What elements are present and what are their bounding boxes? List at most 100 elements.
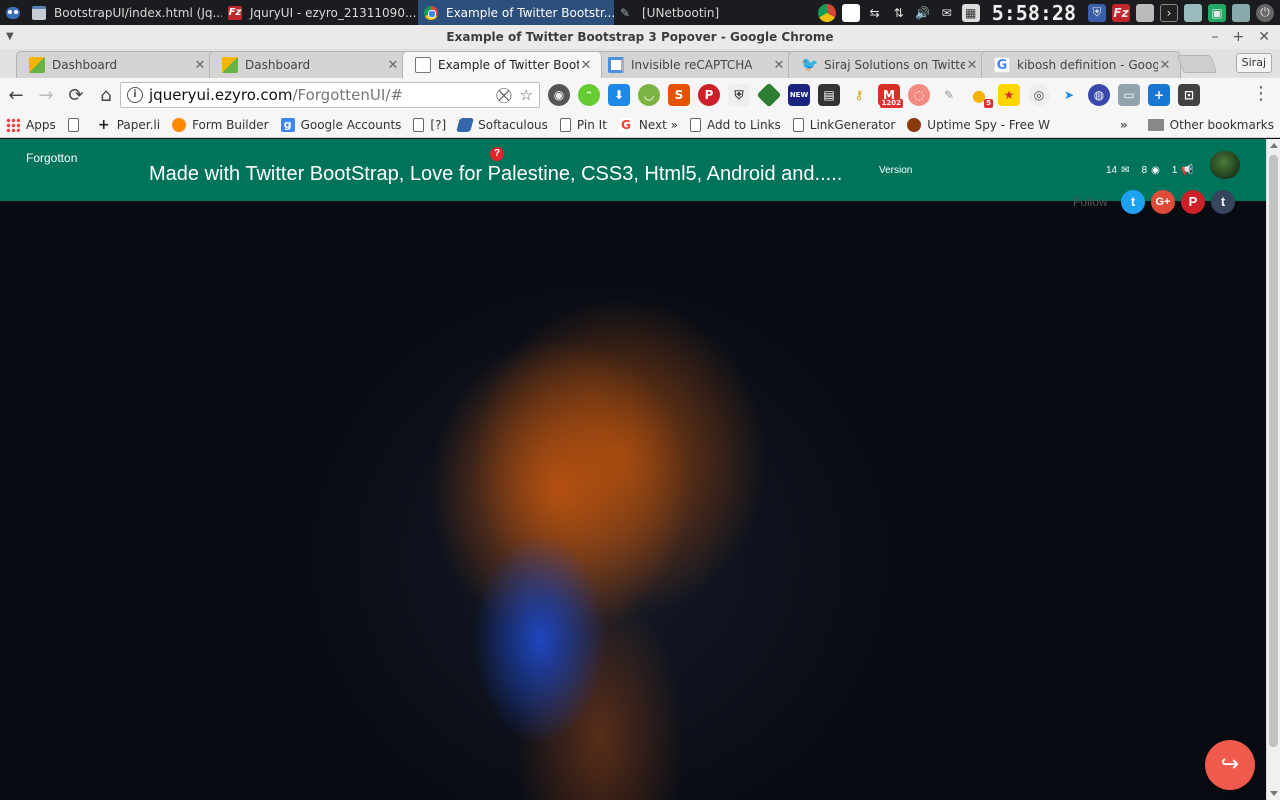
tab-example-bootstrap[interactable]: Example of Twitter Boot ✕ (402, 51, 602, 78)
close-window-button[interactable]: ✕ (1258, 25, 1270, 49)
taskbar-item-unetbootin[interactable]: ✎ [UNetbootin] (614, 0, 810, 25)
other-bookmarks[interactable]: Other bookmarks (1142, 118, 1280, 132)
extension-box-icon[interactable]: ⊡ (1178, 84, 1200, 106)
taskbar-item-bootstrapui[interactable]: BootstrapUI/index.html (Jq... (26, 0, 222, 25)
extension-shield-icon[interactable]: ⛨ (728, 84, 750, 106)
messages-stat[interactable]: 14 ✉ (1106, 165, 1130, 176)
bookmark-softaculous[interactable]: Softaculous (452, 117, 554, 132)
extension-plus-icon[interactable]: + (1148, 84, 1170, 106)
reload-button[interactable]: ⟳ (62, 81, 90, 109)
googleplus-follow-button[interactable]: G+ (1151, 190, 1175, 214)
extension-android-icon[interactable]: ◡ (638, 84, 660, 106)
tab-close-icon[interactable]: ✕ (965, 58, 979, 73)
pinterest-follow-button[interactable]: P (1181, 190, 1205, 214)
chrome-menu-icon[interactable]: ⋮ (1252, 85, 1270, 103)
tab-twitter[interactable]: 🐦 Siraj Solutions on Twitte ✕ (788, 51, 988, 78)
gallery-icon[interactable] (1232, 3, 1250, 22)
files-icon[interactable] (1136, 3, 1154, 22)
transfer-icon[interactable]: ⇅ (890, 4, 908, 22)
extension-arrow-icon[interactable]: ➤ (1058, 84, 1080, 106)
os-menu-button[interactable] (0, 0, 26, 25)
document-tray-icon[interactable] (841, 3, 860, 22)
tab-close-icon[interactable]: ✕ (1158, 58, 1172, 73)
extension-bulb-icon[interactable]: ● 5 (968, 84, 993, 108)
tab-close-icon[interactable]: ✕ (579, 58, 593, 73)
scroll-up-icon[interactable] (1270, 143, 1278, 148)
bookmark-google-accounts[interactable]: g Google Accounts (275, 117, 408, 132)
bookmark-uptime-spy[interactable]: Uptime Spy - Free W (901, 117, 1056, 132)
extension-film-icon[interactable]: ▤ (818, 84, 840, 106)
bookmark-unknown[interactable]: [?] (407, 117, 452, 132)
maximize-button[interactable]: + (1233, 25, 1245, 49)
update-icon[interactable]: ▣ (1208, 3, 1226, 22)
tab-kibosh[interactable]: G kibosh definition - Goog ✕ (981, 51, 1181, 78)
share-button[interactable]: ↪ (1205, 740, 1255, 790)
screenshot-icon[interactable] (1184, 3, 1202, 22)
scrollbar-thumb[interactable] (1269, 155, 1278, 747)
tab-close-icon[interactable]: ✕ (772, 58, 786, 73)
home-button[interactable]: ⌂ (92, 81, 120, 109)
extension-pocket-icon[interactable]: ◌ (908, 84, 930, 106)
filezilla-tray-icon[interactable]: Fz (1112, 3, 1130, 22)
extension-frog-icon[interactable]: ᵔ (578, 84, 600, 106)
extension-star-icon[interactable]: ★ (998, 84, 1020, 106)
extension-globe-icon[interactable]: ◍ (1088, 84, 1110, 106)
extension-pinterest-icon[interactable]: P (698, 84, 720, 106)
blocked-content-icon[interactable]: ⛒ (496, 86, 511, 104)
bookmark-add-to-links[interactable]: Add to Links (684, 117, 787, 132)
extension-camera-icon[interactable]: ◎ (1028, 84, 1050, 106)
volume-icon[interactable]: 🔊 (914, 4, 932, 22)
tab-recaptcha[interactable]: Invisible reCAPTCHA ✕ (595, 51, 795, 78)
tab-label: Dashboard (245, 58, 311, 72)
help-icon[interactable]: ? (490, 147, 504, 161)
bookmark-linkgenerator[interactable]: LinkGenerator (787, 117, 902, 132)
extension-eyedropper-icon[interactable]: ✎ (938, 84, 960, 106)
scroll-down-icon[interactable] (1270, 791, 1278, 796)
minimize-button[interactable]: – (1212, 25, 1219, 49)
calculator-icon[interactable]: ▦ (961, 3, 980, 22)
extension-seo-icon[interactable]: S (668, 84, 690, 106)
power-icon[interactable]: ⏻ (1256, 3, 1274, 22)
tumblr-follow-button[interactable]: t (1211, 190, 1235, 214)
bookmark-pin-it[interactable]: Pin It (554, 117, 613, 132)
terminal-icon[interactable]: › (1160, 3, 1178, 22)
bookmark-star-icon[interactable]: ☆ (520, 86, 533, 104)
shield-icon[interactable]: ⛨ (1088, 3, 1106, 22)
window-menu-icon[interactable]: ▼ (6, 25, 14, 49)
extension-key-icon[interactable]: ⚷ (848, 84, 870, 106)
address-bar[interactable]: i jqueryui.ezyro.com/ForgottenUI/# ⛒ ☆ (120, 82, 540, 108)
bookmark-blank[interactable] (62, 117, 91, 132)
back-button[interactable]: ← (2, 81, 30, 109)
chrome-tray-icon[interactable] (817, 3, 836, 22)
tab-close-icon[interactable]: ✕ (386, 58, 400, 73)
avatar[interactable] (1210, 151, 1240, 179)
bookmark-next[interactable]: G Next » (613, 117, 684, 132)
network-icon[interactable]: ⇆ (866, 4, 884, 22)
site-info-icon[interactable]: i (127, 87, 143, 103)
extension-eye-icon[interactable]: ◉ (548, 84, 570, 106)
twitter-follow-button[interactable]: t (1121, 190, 1145, 214)
page-scrollbar[interactable] (1266, 139, 1280, 800)
bookmark-paperli[interactable]: + Paper.li (91, 118, 166, 132)
extension-screen-icon[interactable]: ▭ (1118, 84, 1140, 106)
tab-dashboard-2[interactable]: Dashboard ✕ (209, 51, 409, 78)
gmail-icon[interactable]: M 1202 (878, 84, 903, 108)
version-link[interactable]: Version (879, 165, 912, 176)
new-tab-button[interactable] (1176, 55, 1218, 73)
bookmark-form-builder[interactable]: Form Builder (166, 117, 274, 132)
bookmark-apps[interactable]: Apps (0, 117, 62, 132)
extension-news-icon[interactable]: NEW (788, 84, 810, 106)
mail-tray-icon[interactable]: ✉ (938, 4, 956, 22)
extension-download-icon[interactable]: ⬇ (608, 84, 630, 106)
profile-button[interactable]: Siraj (1235, 53, 1272, 73)
tab-dashboard-1[interactable]: Dashboard ✕ (16, 51, 216, 78)
forward-button[interactable]: → (32, 81, 60, 109)
taskbar-item-filezilla[interactable]: Fz JquryUI - ezyro_21311090... (222, 0, 418, 25)
site-brand[interactable]: Forgotton (26, 151, 77, 165)
views-stat[interactable]: 8 ◉ (1142, 165, 1160, 176)
announcements-stat[interactable]: 1 📢 (1172, 165, 1194, 176)
taskbar-item-chrome[interactable]: Example of Twitter Bootstr... (418, 0, 614, 25)
tab-close-icon[interactable]: ✕ (193, 58, 207, 73)
extension-diamond-icon[interactable] (756, 82, 782, 108)
bookmarks-overflow-button[interactable]: » (1106, 118, 1142, 132)
